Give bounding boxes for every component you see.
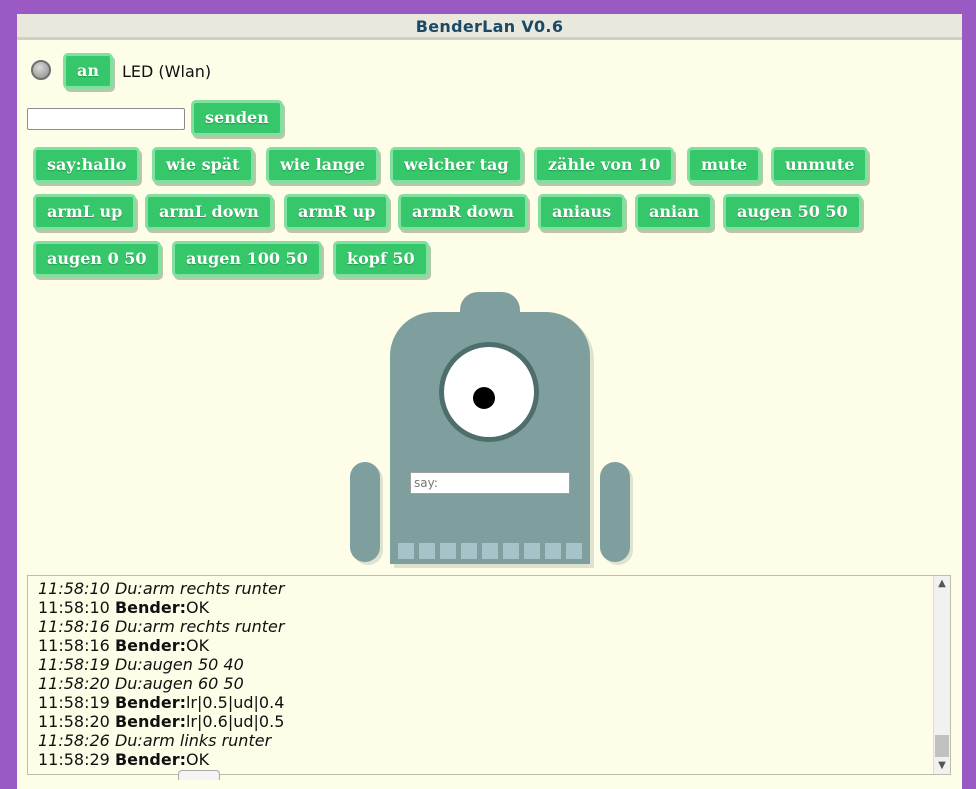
cmd-kopf-50-button[interactable]: kopf 50 (333, 241, 429, 277)
cmd-anian-button[interactable]: anian (635, 194, 714, 230)
cmd-say-hallo-button[interactable]: say:hallo (33, 147, 141, 183)
log-message: arm links runter (142, 731, 272, 750)
log-line: 11:58:20 Du:augen 60 50 (38, 674, 284, 693)
log-time: 11:58:10 (38, 579, 115, 598)
cmd-wie-spaet-button[interactable]: wie spät (152, 147, 254, 183)
log-line: 11:58:16 Bender:OK (38, 636, 284, 655)
log-speaker: Bender: (114, 693, 186, 712)
cmd-mute-button[interactable]: mute (687, 147, 762, 183)
log-line: 11:58:20 Bender:lr|0.6|ud|0.5 (38, 712, 284, 731)
log-time: 11:58:26 (38, 731, 115, 750)
main-panel: BenderLan V0.6 an LED (Wlan) senden say:… (17, 14, 962, 789)
robot-left-arm[interactable] (350, 462, 380, 562)
log-time: 11:58:16 (38, 617, 115, 636)
log-line: 11:58:19 Bender:lr|0.5|ud|0.4 (38, 693, 284, 712)
log-scrollbar[interactable]: ▲ ▼ (933, 576, 950, 774)
cmd-wie-lange-button[interactable]: wie lange (266, 147, 380, 183)
cmd-armr-up-button[interactable]: armR up (284, 194, 390, 230)
log-message: lr|0.6|ud|0.5 (185, 712, 285, 731)
log-time: 11:58:10 (38, 598, 115, 617)
log-message: OK (185, 598, 210, 617)
log-message: arm rechts runter (142, 617, 285, 636)
log-line: 11:58:16 Du:arm rechts runter (38, 617, 284, 636)
cmd-aniaus-button[interactable]: aniaus (538, 194, 626, 230)
cmd-arml-down-button[interactable]: armL down (145, 194, 273, 230)
log-message: lr|0.5|ud|0.4 (185, 693, 285, 712)
send-button[interactable]: senden (191, 100, 283, 136)
log-message: augen 60 50 (142, 674, 244, 693)
log-speaker: Bender: (114, 598, 186, 617)
log-message: arm rechts runter (142, 579, 285, 598)
led-label: LED (Wlan) (122, 62, 212, 81)
log-speaker: Du: (114, 655, 143, 674)
cmd-augen-0-50-button[interactable]: augen 0 50 (33, 241, 161, 277)
cmd-unmute-button[interactable]: unmute (771, 147, 869, 183)
chat-log[interactable]: 11:58:10 Du:arm rechts runter 11:58:10 Be… (27, 575, 951, 775)
log-message: OK (185, 750, 210, 769)
log-speaker: Du: (114, 674, 143, 693)
log-speaker: Bender: (114, 712, 186, 731)
log-speaker: Du: (114, 617, 143, 636)
led-indicator-icon (31, 60, 51, 80)
scroll-thumb[interactable] (935, 735, 949, 757)
log-speaker: Bender: (114, 750, 186, 769)
scroll-down-icon[interactable]: ▼ (934, 758, 950, 774)
cmd-welcher-tag-button[interactable]: welcher tag (390, 147, 523, 183)
scroll-up-icon[interactable]: ▲ (934, 576, 950, 592)
log-message: augen 50 40 (142, 655, 244, 674)
robot-right-arm[interactable] (600, 462, 630, 562)
chat-log-lines: 11:58:10 Du:arm rechts runter 11:58:10 Be… (38, 579, 284, 769)
log-time: 11:58:29 (38, 750, 115, 769)
log-speaker: Du: (114, 731, 143, 750)
robot-avatar: say: (347, 290, 637, 570)
log-time: 11:58:19 (38, 655, 115, 674)
command-input[interactable] (27, 108, 185, 130)
log-line: 11:58:10 Du:arm rechts runter (38, 579, 284, 598)
log-line: 11:58:10 Bender:OK (38, 598, 284, 617)
robot-say-field[interactable]: say: (410, 472, 570, 494)
log-line: 11:58:26 Du:arm links runter (38, 731, 284, 750)
bottom-control-stub (178, 770, 220, 780)
page-title: BenderLan V0.6 (17, 14, 962, 40)
cmd-augen-100-50-button[interactable]: augen 100 50 (172, 241, 322, 277)
log-time: 11:58:20 (38, 712, 115, 731)
log-time: 11:58:19 (38, 693, 115, 712)
log-line: 11:58:29 Bender:OK (38, 750, 284, 769)
log-line: 11:58:19 Du:augen 50 40 (38, 655, 284, 674)
cmd-zaehle-button[interactable]: zähle von 10 (534, 147, 675, 183)
log-time: 11:58:20 (38, 674, 115, 693)
log-speaker: Du: (114, 579, 143, 598)
cmd-augen-50-50-button[interactable]: augen 50 50 (723, 194, 862, 230)
log-speaker: Bender: (114, 636, 186, 655)
log-message: OK (185, 636, 210, 655)
robot-teeth (398, 543, 582, 559)
log-time: 11:58:16 (38, 636, 115, 655)
robot-pupil-icon (473, 387, 495, 409)
cmd-armr-down-button[interactable]: armR down (398, 194, 528, 230)
led-on-button[interactable]: an (63, 53, 113, 89)
cmd-arml-up-button[interactable]: armL up (33, 194, 137, 230)
